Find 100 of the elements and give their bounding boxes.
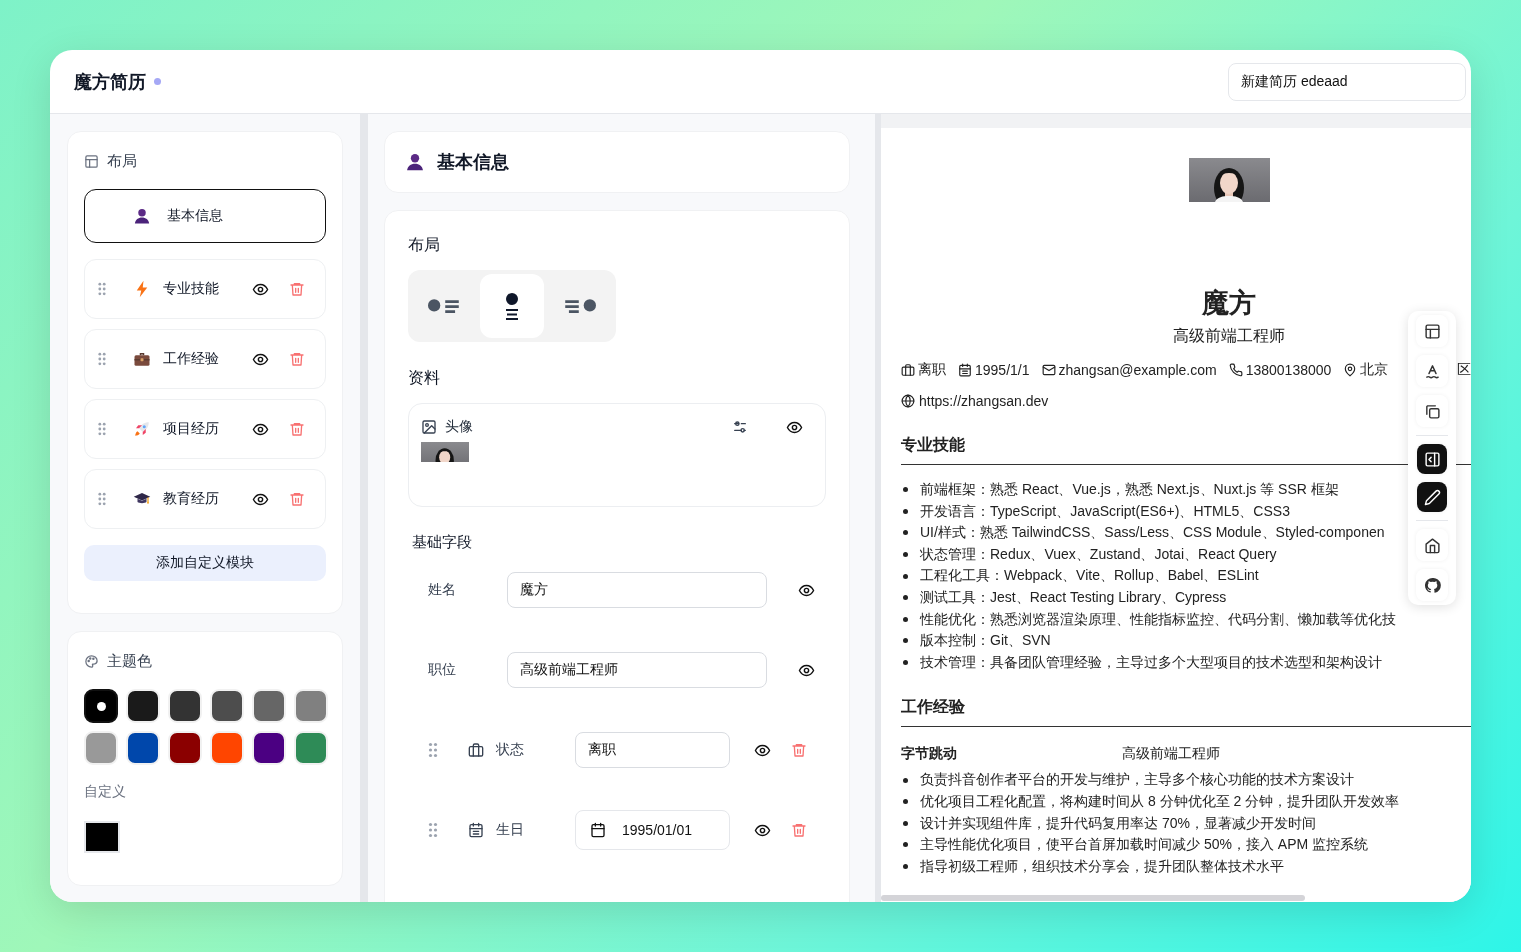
toolbar-button[interactable] xyxy=(1417,444,1447,474)
font-icon xyxy=(1423,362,1441,380)
contact-text: 区 xyxy=(1457,361,1471,379)
mail-icon xyxy=(1041,363,1056,377)
layout-icon xyxy=(1423,322,1441,340)
bullet-dot xyxy=(903,842,908,848)
layout-centered-icon xyxy=(504,292,520,320)
resize-handle[interactable] xyxy=(875,114,881,902)
list-item-text: 性能优化：熟悉浏览器渲染原理、性能指标监控、代码分割、懒加载等优化技 xyxy=(920,609,1396,629)
email-link[interactable]: zhangsan@example.com xyxy=(1058,362,1217,378)
editor-title: 基本信息 xyxy=(437,151,509,174)
module-item[interactable]: 教育经历 xyxy=(84,469,326,529)
phone-icon xyxy=(1228,363,1243,377)
bullet-dot xyxy=(903,573,908,579)
resume-name-field[interactable]: 新建简历 edeaad xyxy=(1228,62,1466,101)
toolbar-button[interactable] xyxy=(1417,482,1447,512)
scrollbar-thumb[interactable] xyxy=(881,895,1305,901)
bullet-dot xyxy=(903,530,908,536)
custom-color-label: 自定义 xyxy=(84,783,127,801)
bullet-dot xyxy=(903,595,908,601)
color-swatch[interactable] xyxy=(84,689,118,723)
calendar-icon xyxy=(958,363,972,377)
drag-handle-icon xyxy=(97,492,107,506)
person-icon xyxy=(405,152,425,172)
list-item-text: 主导性能优化项目，使平台首屏加载时间减少 50%，接入 APM 监控系统 xyxy=(920,835,1369,855)
layout-option[interactable] xyxy=(480,274,544,338)
drag-handle-icon xyxy=(428,742,438,758)
section-heading: 资料 xyxy=(408,368,441,388)
text-input[interactable]: 魔方 xyxy=(507,572,767,608)
contact-text: 1995/1/1 xyxy=(975,362,1030,378)
module-item[interactable]: 工作经验 xyxy=(84,329,326,389)
bullet-dot xyxy=(903,660,908,666)
avatar-label: 头像 xyxy=(445,418,474,436)
bullet-dot xyxy=(903,508,908,514)
rocket-icon xyxy=(133,420,151,438)
field-label: 职位 xyxy=(427,661,457,679)
calendar-icon xyxy=(468,822,484,838)
contact-text: 离职 xyxy=(918,361,946,379)
contact-text: 13800138000 xyxy=(1245,362,1332,378)
panel-heading: 布局 xyxy=(107,152,137,171)
toolbar-button[interactable] xyxy=(1416,569,1448,601)
custom-color-swatch[interactable] xyxy=(84,821,120,853)
list-item-text: 前端框架：熟悉 React、Vue.js，熟悉 Next.js、Nuxt.js 等 SSR 框架 xyxy=(920,480,1339,499)
bullet-dot xyxy=(903,552,908,558)
palette-icon xyxy=(84,654,99,669)
list-item-text: 指导初级工程师，组织技术分享会，提升团队整体技术水平 xyxy=(920,856,1284,876)
list-item-text: 负责抖音创作者平台的开发与维护，主导多个核心功能的技术方案设计 xyxy=(920,770,1354,790)
drag-handle-icon xyxy=(428,822,438,838)
list-item-text: 状态管理：Redux、Vuex、Zustand、Jotai、React Query xyxy=(920,544,1277,564)
trash-icon[interactable] xyxy=(289,491,305,507)
trash-icon[interactable] xyxy=(289,351,305,367)
bullet-dot xyxy=(903,864,908,869)
toolbar-button[interactable] xyxy=(1416,395,1448,427)
list-item-text: 技术管理：具备团队管理经验，主导过多个大型项目的技术选型和架构设计 xyxy=(920,652,1382,672)
bullet-dot xyxy=(903,616,908,622)
bullet-dot xyxy=(903,487,908,493)
list-item-text: 优化项目工程化配置，将构建时间从 8 分钟优化至 2 分钟，提升团队开发效率 xyxy=(920,791,1400,811)
list-item-text: 测试工具：Jest、React Testing Library、Cypress xyxy=(920,587,1227,607)
panel-icon xyxy=(1423,450,1441,468)
toolbar-button[interactable] xyxy=(1416,315,1448,347)
toolbar-button[interactable] xyxy=(1416,529,1448,561)
bullet-dot xyxy=(903,799,908,805)
drag-handle-icon xyxy=(97,282,107,296)
drag-handle-icon xyxy=(97,352,107,366)
layout-icon xyxy=(84,154,99,169)
list-item-text: 版本控制：Git、SVN xyxy=(920,631,1051,651)
module-item[interactable]: 项目经历 xyxy=(84,399,326,459)
module-item[interactable]: 基本信息 xyxy=(84,189,326,243)
list-item-text: 设计并实现组件库，提升代码复用率达 70%，显著减少开发时间 xyxy=(920,813,1316,833)
job-role: 高级前端工程师 xyxy=(1122,745,1221,764)
module-item[interactable]: 专业技能 xyxy=(84,259,326,319)
bullet-dot xyxy=(903,820,908,826)
text-input[interactable]: 离职 xyxy=(575,732,730,768)
pen-icon xyxy=(1423,488,1441,506)
list-item-text: UI/样式：熟悉 TailwindCSS、Sass/Less、CSS Module、Styled-componen xyxy=(920,523,1385,543)
trash-icon[interactable] xyxy=(791,822,807,838)
company-name: 字节跳动 xyxy=(901,745,958,764)
toolbar-button[interactable] xyxy=(1416,355,1448,387)
resize-handle[interactable] xyxy=(360,114,368,902)
field-label: 状态 xyxy=(496,741,525,759)
briefcase-icon xyxy=(901,363,915,377)
home-icon xyxy=(1423,536,1441,554)
list-item-text: 工程化工具：Webpack、Vite、Rollup、Babel、ESLint xyxy=(920,566,1259,586)
date-field[interactable]: 1995/01/01 xyxy=(575,810,730,850)
trash-icon[interactable] xyxy=(289,421,305,437)
section-heading: 基础字段 xyxy=(412,533,473,552)
trash-icon[interactable] xyxy=(791,742,807,758)
drag-handle-icon xyxy=(97,422,107,436)
contact-text: 北京 xyxy=(1360,361,1389,379)
text-input[interactable]: 高级前端工程师 xyxy=(507,652,767,688)
sliders-icon[interactable] xyxy=(732,419,748,435)
list-item-text: 开发语言：TypeScript、JavaScript(ES6+)、HTML5、CSS3 xyxy=(920,501,1290,521)
resume-name: 魔方 xyxy=(1202,287,1256,320)
add-module-button[interactable]: 添加自定义模块 xyxy=(84,545,326,581)
trash-icon[interactable] xyxy=(289,281,305,297)
copy-icon xyxy=(1423,402,1441,420)
website-text: https://zhangsan.dev xyxy=(919,393,1049,409)
calendar-icon xyxy=(590,822,606,838)
field-label: 生日 xyxy=(496,821,525,839)
resume-title: 高级前端工程师 xyxy=(1173,326,1285,346)
